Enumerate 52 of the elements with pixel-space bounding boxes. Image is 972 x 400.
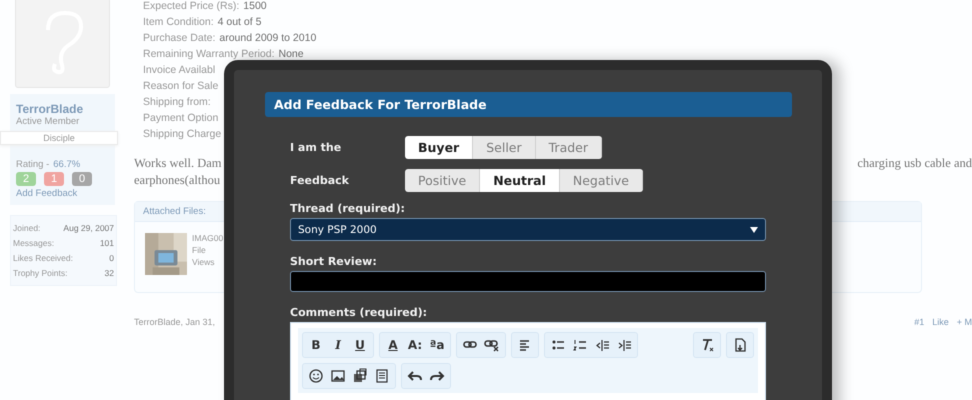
feedback-count: 2 [16, 172, 36, 186]
stat-label: Joined: [13, 222, 40, 235]
field-value: 4 out of 5 [218, 15, 262, 30]
dialog-title: Add Feedback For TerrorBlade [265, 92, 792, 117]
user-title: Active Member [15, 116, 80, 127]
post-author-date: TerrorBlade, Jan 31, [134, 317, 216, 327]
stat-value: 32 [104, 267, 114, 280]
message-text: charging usb cable and [857, 155, 972, 172]
message-text: Works well. Dam [134, 155, 222, 172]
field-label: Invoice Availabl [143, 63, 216, 78]
field-label: Shipping from: [143, 95, 211, 110]
segment-option[interactable]: Buyer [405, 136, 474, 159]
field-label: Shipping Charge [143, 127, 222, 142]
field-value: None [278, 47, 304, 62]
field-label: Feedback [290, 174, 350, 187]
short-review-field[interactable] [290, 271, 766, 292]
field-label: Remaining Warranty Period: [143, 47, 274, 62]
format-button[interactable]: A [383, 335, 403, 355]
dropdown-caret-icon [750, 226, 758, 232]
stat-label: Messages: [13, 237, 54, 250]
field-value: 1500 [243, 0, 267, 14]
format-button[interactable]: I [328, 335, 348, 355]
file-size-label: File [192, 244, 207, 256]
field-value: around 2009 to 2010 [219, 31, 316, 46]
stat-label: Trophy Points: [13, 267, 68, 280]
segment-option[interactable]: Neutral [480, 169, 560, 192]
rating-label: Rating - [16, 159, 50, 170]
field-label: Purchase Date: [143, 31, 216, 46]
views-label: Views [192, 256, 216, 268]
thread-select[interactable]: Sony PSP 2000 [290, 218, 766, 241]
field-label: Comments (required): [290, 306, 428, 319]
field-label: Reason for Sale [143, 79, 218, 94]
field-label: Expected Price (Rs): [143, 0, 240, 14]
comments-editor[interactable]: B I U A A: ªa [290, 322, 766, 400]
rating-value: 66.7% [53, 159, 80, 170]
format-button[interactable]: U [350, 335, 370, 355]
stat-value: Aug 29, 2007 [63, 222, 114, 235]
format-button[interactable]: B [306, 335, 326, 355]
stat-label: Likes Received: [13, 252, 74, 265]
stat-value: 101 [100, 237, 114, 250]
feedback-count: 0 [72, 172, 92, 186]
message-text: earphones(althou [134, 172, 220, 189]
field-label: Payment Option [143, 111, 218, 126]
rank-banner: Disciple [0, 131, 118, 145]
field-label: Short Review: [290, 255, 378, 268]
stat-value: 0 [109, 252, 114, 265]
feedback-count: 1 [44, 172, 64, 186]
field-label: I am the [290, 141, 342, 154]
field-label: Item Condition: [143, 15, 214, 30]
format-button[interactable]: ªa [427, 335, 447, 355]
format-button[interactable]: A: [405, 335, 425, 355]
field-label: Thread (required): [290, 202, 406, 215]
